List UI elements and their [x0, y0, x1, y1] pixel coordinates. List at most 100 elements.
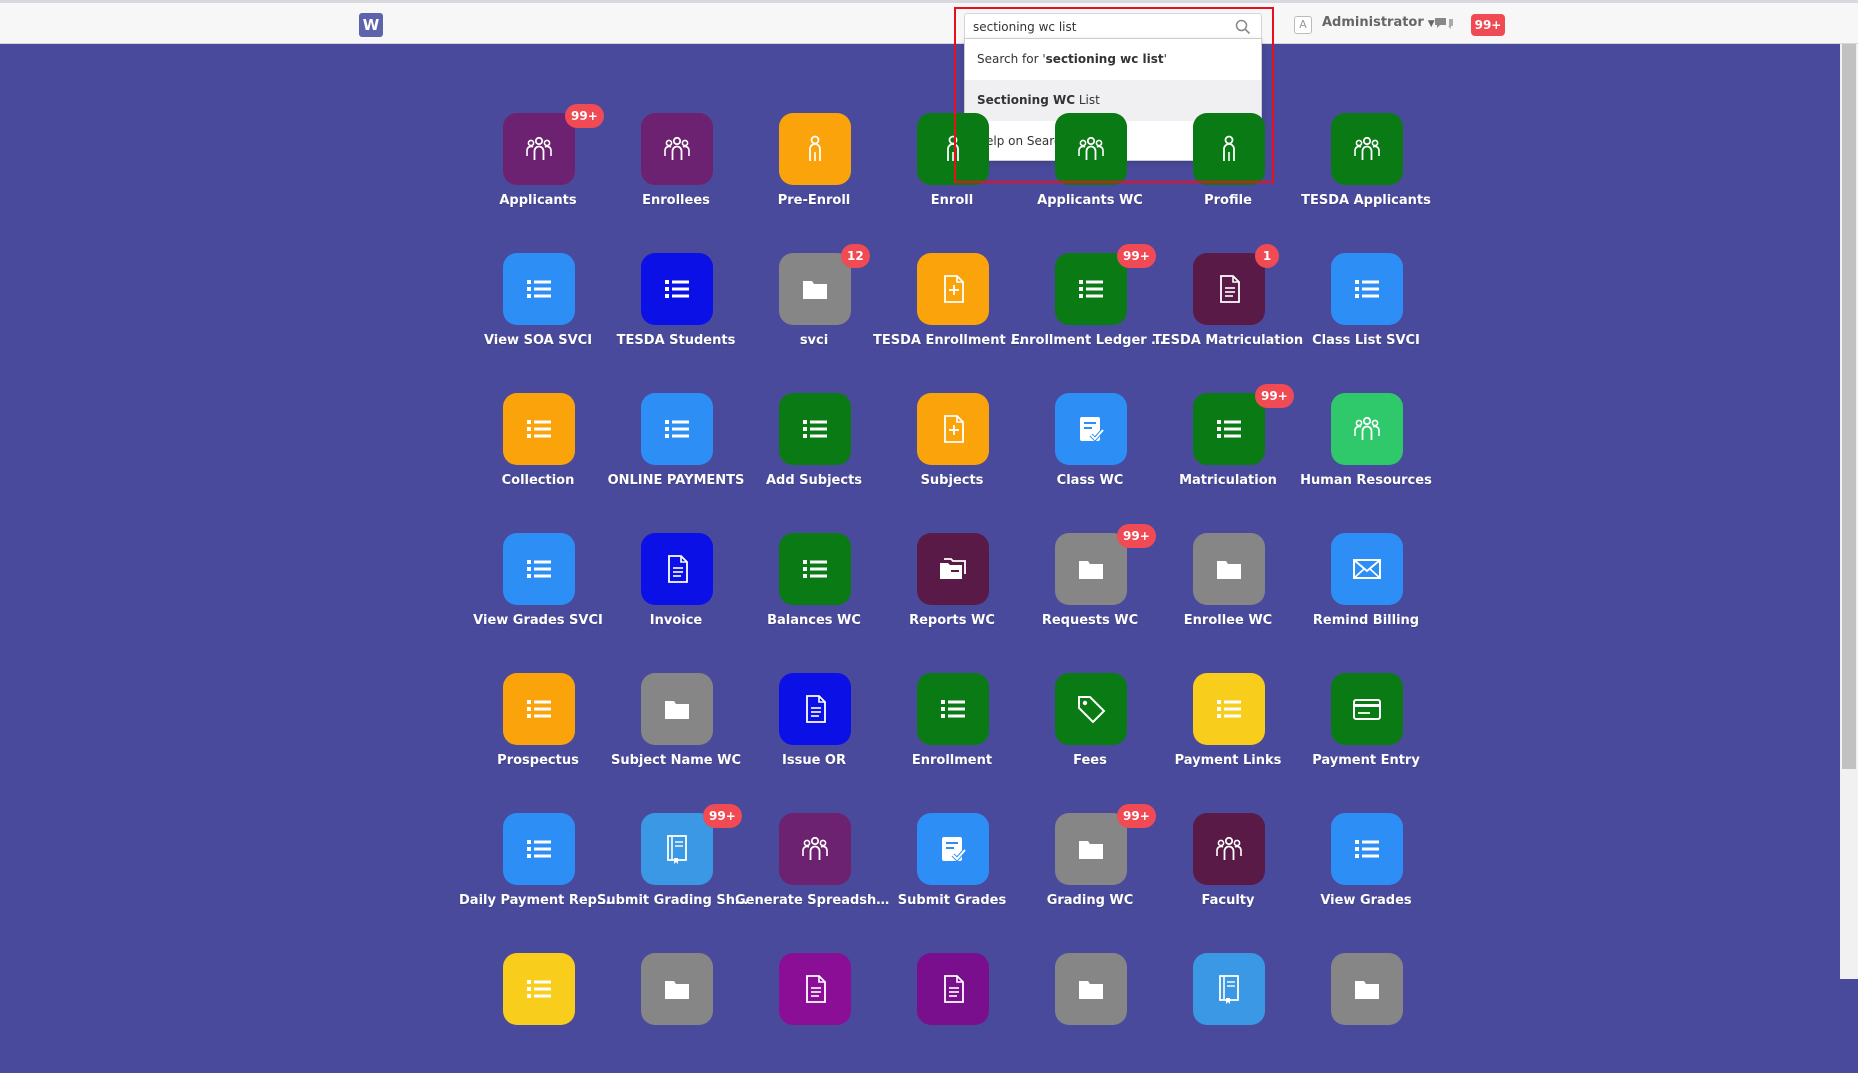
tile-icon-box[interactable]	[503, 953, 575, 1025]
tile-icon-box[interactable]	[503, 393, 575, 465]
workspace-tile-faculty[interactable]: Faculty	[1159, 813, 1297, 933]
tile-icon-box[interactable]	[1193, 953, 1265, 1025]
tile-icon-box[interactable]	[779, 953, 851, 1025]
tile-label[interactable]: Balances WC	[735, 613, 893, 628]
workspace-tile-grading-wc[interactable]: Grading WC 99+	[1021, 804, 1159, 933]
tile-label[interactable]: Subject Name WC	[597, 753, 755, 768]
workspace-tile-reports-wc[interactable]: Reports WC	[883, 533, 1021, 653]
tile-label[interactable]: Applicants WC	[1011, 193, 1169, 208]
tile-icon-box[interactable]	[1331, 253, 1403, 325]
tile-icon-box[interactable]	[1193, 393, 1265, 465]
tile-icon-box[interactable]	[641, 813, 713, 885]
workspace-tile-enrollment-ledger-wc[interactable]: Enrollment Ledger WC 99+	[1011, 244, 1169, 373]
tile-label[interactable]: Enrollment Ledger WC	[1011, 333, 1169, 348]
tile-label[interactable]: Requests WC	[1011, 613, 1169, 628]
tile-icon-box[interactable]	[917, 533, 989, 605]
tile-icon-box[interactable]	[641, 533, 713, 605]
tile-label[interactable]: Generate Spreadsheets	[735, 893, 893, 908]
tile-icon-box[interactable]	[1055, 253, 1127, 325]
tile-label[interactable]: TESDA Students	[597, 333, 755, 348]
tile-icon-box[interactable]	[641, 953, 713, 1025]
tile-label[interactable]: Collection	[459, 473, 617, 488]
tile-icon-box[interactable]	[1055, 953, 1127, 1025]
tile-icon-box[interactable]	[1193, 813, 1265, 885]
workspace-tile-payment-entry[interactable]: Payment Entry	[1297, 673, 1435, 793]
tile-label[interactable]: Class WC	[1011, 473, 1169, 488]
tile-icon-box[interactable]	[1055, 113, 1127, 185]
tile-label[interactable]: Matriculation	[1149, 473, 1307, 488]
workspace-tile-applicants-wc[interactable]: Applicants WC	[1021, 113, 1159, 233]
workspace-tile-online-payments[interactable]: ONLINE PAYMENTS	[607, 393, 745, 513]
tile-icon-box[interactable]	[1331, 673, 1403, 745]
workspace-tile-item-44[interactable]	[745, 953, 883, 1073]
workspace-tile-view-grades[interactable]: View Grades	[1297, 813, 1435, 933]
workspace-tile-class-list-svci[interactable]: Class List SVCI	[1297, 253, 1435, 373]
workspace-tile-invoice[interactable]: Invoice	[607, 533, 745, 653]
workspace-tile-generate-spreadsheets[interactable]: Generate Spreadsheets	[735, 813, 893, 933]
tile-label[interactable]: Grading WC	[1011, 893, 1169, 908]
tile-label[interactable]: View Grades SVCI	[459, 613, 617, 628]
tile-icon-box[interactable]	[1331, 393, 1403, 465]
tile-icon-box[interactable]	[917, 393, 989, 465]
tile-icon-box[interactable]	[641, 673, 713, 745]
tile-label[interactable]: ONLINE PAYMENTS	[597, 473, 755, 488]
workspace-tile-balances-wc[interactable]: Balances WC	[745, 533, 883, 653]
tile-icon-box[interactable]	[1331, 533, 1403, 605]
workspace-tile-svci[interactable]: svci 12	[745, 244, 883, 373]
tile-icon-box[interactable]	[1055, 813, 1127, 885]
tile-icon-box[interactable]	[1193, 673, 1265, 745]
tile-icon-box[interactable]	[1055, 673, 1127, 745]
tile-icon-box[interactable]	[779, 673, 851, 745]
workspace-tile-fees[interactable]: Fees	[1021, 673, 1159, 793]
scrollbar-thumb[interactable]	[1842, 44, 1856, 769]
tile-label[interactable]: Subjects	[873, 473, 1031, 488]
tile-label[interactable]: Faculty	[1149, 893, 1307, 908]
workspace-tile-item-47[interactable]	[1159, 953, 1297, 1073]
tile-icon-box[interactable]	[779, 813, 851, 885]
tile-icon-box[interactable]	[1055, 393, 1127, 465]
workspace-tile-submit-grades[interactable]: Submit Grades	[883, 813, 1021, 933]
tile-label[interactable]: Issue OR	[735, 753, 893, 768]
tile-label[interactable]: Add Subjects	[735, 473, 893, 488]
workspace-tile-add-subjects[interactable]: Add Subjects	[745, 393, 883, 513]
workspace-tile-view-soa-svci[interactable]: View SOA SVCI	[469, 253, 607, 373]
tile-icon-box[interactable]	[779, 113, 851, 185]
workspace-tile-applicants[interactable]: Applicants 99+	[469, 104, 607, 233]
tile-label[interactable]: Submit Grades	[873, 893, 1031, 908]
tile-icon-box[interactable]	[917, 113, 989, 185]
tile-icon-box[interactable]	[779, 533, 851, 605]
tile-icon-box[interactable]	[1193, 113, 1265, 185]
tile-label[interactable]: Enroll	[873, 193, 1031, 208]
tile-icon-box[interactable]	[503, 673, 575, 745]
tile-label[interactable]: Invoice	[597, 613, 755, 628]
workspace-tile-pre-enroll[interactable]: Pre-Enroll	[745, 113, 883, 233]
workspace-tile-subjects[interactable]: Subjects	[883, 393, 1021, 513]
tile-icon-box[interactable]	[503, 813, 575, 885]
workspace-tile-tesda-applicants[interactable]: TESDA Applicants	[1297, 113, 1435, 233]
workspace-tile-requests-wc[interactable]: Requests WC 99+	[1021, 524, 1159, 653]
tile-icon-box[interactable]	[779, 393, 851, 465]
tile-label[interactable]: View Grades	[1287, 893, 1445, 908]
tile-icon-box[interactable]	[503, 533, 575, 605]
workspace-tile-enrollees[interactable]: Enrollees	[607, 113, 745, 233]
workspace-tile-issue-or[interactable]: Issue OR	[745, 673, 883, 793]
workspace-tile-human-resources[interactable]: Human Resources	[1297, 393, 1435, 513]
tile-icon-box[interactable]	[641, 393, 713, 465]
workspace-tile-enrollment[interactable]: Enrollment	[883, 673, 1021, 793]
tile-label[interactable]: Daily Payment Repor...	[459, 893, 617, 908]
workspace-tile-daily-payment-repor[interactable]: Daily Payment Repor...	[459, 813, 617, 933]
workspace-tile-submit-grading-sheet[interactable]: Submit Grading Sheet 99+	[597, 804, 755, 933]
tile-icon-box[interactable]	[1193, 253, 1265, 325]
workspace-tile-enrollee-wc[interactable]: Enrollee WC	[1159, 533, 1297, 653]
workspace-tile-item-42[interactable]	[469, 953, 607, 1073]
workspace-tile-tesda-enrollment-le[interactable]: TESDA Enrollment Le...	[873, 253, 1031, 373]
tile-label[interactable]: Pre-Enroll	[735, 193, 893, 208]
workspace-tile-class-wc[interactable]: Class WC	[1021, 393, 1159, 513]
tile-label[interactable]: Payment Entry	[1287, 753, 1445, 768]
tile-icon-box[interactable]	[779, 253, 851, 325]
workspace-tile-remind-billing[interactable]: Remind Billing	[1297, 533, 1435, 653]
tile-label[interactable]: Reports WC	[873, 613, 1031, 628]
tile-icon-box[interactable]	[1193, 533, 1265, 605]
tile-icon-box[interactable]	[1331, 953, 1403, 1025]
workspace-tile-item-45[interactable]	[883, 953, 1021, 1073]
